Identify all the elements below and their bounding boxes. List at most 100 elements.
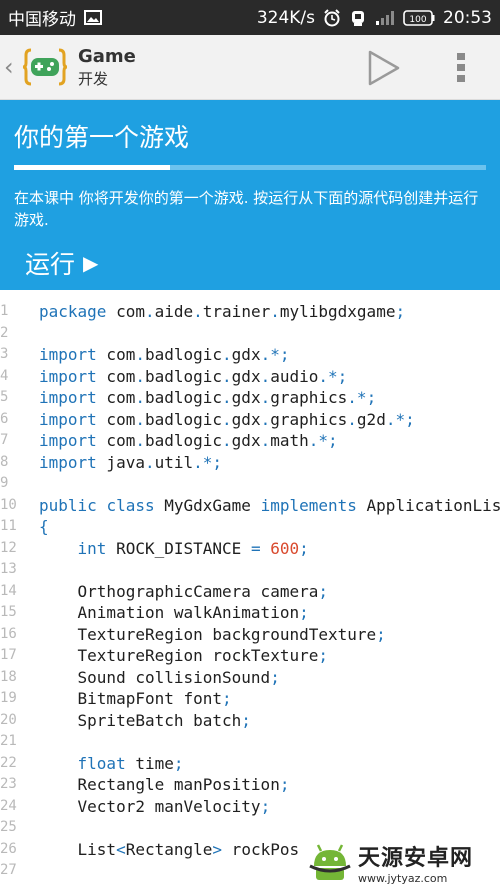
code-text: import com.badlogic.gdx.graphics.*;: [39, 388, 377, 407]
line-number: 18: [0, 668, 17, 685]
code-text: import java.util.*;: [39, 452, 223, 472]
code-text: BitmapFont font;: [39, 689, 232, 708]
code-line[interactable]: 5 import com.badlogic.gdx.graphics.*;: [0, 387, 500, 409]
line-number: 22: [0, 754, 17, 771]
code-text: TextureRegion rockTexture;: [39, 646, 328, 665]
code-text: import com.badlogic.gdx.audio.*;: [39, 366, 348, 386]
code-line[interactable]: 9: [0, 473, 500, 495]
line-number: 9: [0, 475, 9, 491]
code-text: float time;: [77, 753, 184, 773]
watermark-url: www.jytyaz.com: [358, 871, 448, 885]
code-line[interactable]: 25: [0, 817, 500, 839]
line-number: 7: [0, 432, 9, 448]
battery-icon: 100: [403, 9, 435, 26]
carrier-name: 中国移动: [8, 10, 76, 30]
clock: 20:53: [443, 7, 492, 28]
line-number: 12: [0, 539, 17, 556]
battery-label: 100: [409, 15, 426, 25]
watermark-name: 天源安卓网: [358, 845, 474, 871]
code-line[interactable]: 23 Rectangle manPosition;: [0, 774, 500, 796]
alarm-icon: [324, 8, 340, 26]
code-text: Animation walkAnimation;: [39, 603, 309, 622]
code-line[interactable]: 13: [0, 559, 500, 581]
code-line[interactable]: 1 package com.aide.trainer.mylibgdxgame;: [0, 301, 500, 323]
code-line[interactable]: 22 float time;: [0, 753, 500, 775]
more-vert-icon[interactable]: [452, 51, 470, 85]
code-line[interactable]: 18 Sound collisionSound;: [0, 667, 500, 689]
code-line[interactable]: 19 BitmapFont font;: [0, 688, 500, 710]
line-number: 21: [0, 733, 17, 749]
code-text: import com.badlogic.gdx.math.*;: [39, 431, 338, 450]
notification-icon: [352, 10, 364, 26]
lesson-title: 你的第一个游戏: [14, 123, 190, 152]
image-icon: [84, 10, 102, 25]
lesson-progress-fill: [14, 165, 170, 170]
line-number: 25: [0, 819, 17, 835]
code-line[interactable]: 14 OrthographicCamera camera;: [0, 581, 500, 603]
code-text: TextureRegion backgroundTexture;: [39, 624, 386, 644]
code-text: import com.badlogic.gdx.graphics.g2d.*;: [39, 409, 415, 429]
lesson-progress-bar: [14, 165, 486, 170]
line-number: 27: [0, 862, 17, 878]
code-editor[interactable]: 1 package com.aide.trainer.mylibgdxgame; 2…: [0, 290, 500, 889]
run-label: 运行: [25, 250, 76, 279]
line-number: 3: [0, 346, 9, 362]
code-line[interactable]: 11 {: [0, 516, 500, 538]
status-bar: 中国移动 324K/s 100 20:53: [0, 0, 500, 35]
code-line[interactable]: 8 import java.util.*;: [0, 452, 500, 474]
gamepad-logo-icon[interactable]: [22, 44, 68, 90]
line-number: 6: [0, 410, 9, 427]
code-text: int ROCK_DISTANCE = 600;: [77, 538, 309, 558]
back-chevron-icon[interactable]: ‹: [4, 53, 20, 81]
code-line[interactable]: 17 TextureRegion rockTexture;: [0, 645, 500, 667]
code-text: List<Rectangle> rockPos: [39, 839, 300, 859]
code-text: OrthographicCamera camera;: [39, 581, 328, 601]
code-line[interactable]: 7 import com.badlogic.gdx.math.*;: [0, 430, 500, 452]
code-line[interactable]: 20 SpriteBatch batch;: [0, 710, 500, 732]
code-line[interactable]: 24 Vector2 manVelocity;: [0, 796, 500, 818]
code-text: package com.aide.trainer.mylibgdxgame;: [39, 302, 406, 321]
line-number: 17: [0, 647, 17, 663]
code-text: public class MyGdxGame implements Applic…: [39, 495, 500, 515]
code-line[interactable]: 15 Animation walkAnimation;: [0, 602, 500, 624]
line-number: 24: [0, 797, 17, 814]
line-number: 8: [0, 453, 9, 470]
code-text: SpriteBatch batch;: [39, 710, 251, 730]
code-text: import com.badlogic.gdx.*;: [39, 345, 290, 364]
line-number: 5: [0, 389, 9, 405]
play-icon[interactable]: [363, 49, 403, 87]
code-line[interactable]: 21: [0, 731, 500, 753]
code-text: {: [39, 517, 49, 536]
android-logo-icon: [309, 844, 351, 880]
app-title: Game: [78, 46, 136, 68]
line-number: 19: [0, 690, 17, 706]
line-number: 10: [0, 496, 17, 513]
network-speed: 324K/s: [256, 7, 315, 28]
run-arrow-icon: ▶: [83, 251, 99, 275]
code-line[interactable]: 4 import com.badlogic.gdx.audio.*;: [0, 366, 500, 388]
code-line[interactable]: 6 import com.badlogic.gdx.graphics.g2d.*;: [0, 409, 500, 431]
watermark: 天源安卓网 www.jytyaz.com: [308, 838, 498, 886]
app-subtitle: 开发: [78, 69, 109, 88]
code-line[interactable]: 3 import com.badlogic.gdx.*;: [0, 344, 500, 366]
line-number: 16: [0, 625, 17, 642]
line-number: 14: [0, 582, 17, 599]
signal-icon: [376, 10, 394, 25]
line-number: 11: [0, 518, 17, 534]
app-bar: ‹ Game 开发: [0, 35, 500, 100]
run-button[interactable]: 运行 ▶: [25, 245, 98, 281]
code-line[interactable]: 10 public class MyGdxGame implements Appl…: [0, 495, 500, 517]
code-line[interactable]: 2: [0, 323, 500, 345]
lesson-panel: 你的第一个游戏 在本课中 你将开发你的第一个游戏. 按运行从下面的源代码创建并运…: [0, 100, 500, 290]
code-line[interactable]: 16 TextureRegion backgroundTexture;: [0, 624, 500, 646]
line-number: 13: [0, 561, 17, 577]
code-text: Rectangle manPosition;: [39, 775, 290, 794]
line-number: 26: [0, 840, 17, 857]
code-line[interactable]: 12 int ROCK_DISTANCE = 600;: [0, 538, 500, 560]
line-number: 23: [0, 776, 17, 792]
code-text: Sound collisionSound;: [39, 667, 280, 687]
code-text: Vector2 manVelocity;: [39, 796, 271, 816]
lesson-description: 在本课中 你将开发你的第一个游戏. 按运行从下面的源代码创建并运行游戏.: [14, 189, 479, 229]
line-number: 1: [0, 303, 9, 319]
line-number: 15: [0, 604, 17, 620]
